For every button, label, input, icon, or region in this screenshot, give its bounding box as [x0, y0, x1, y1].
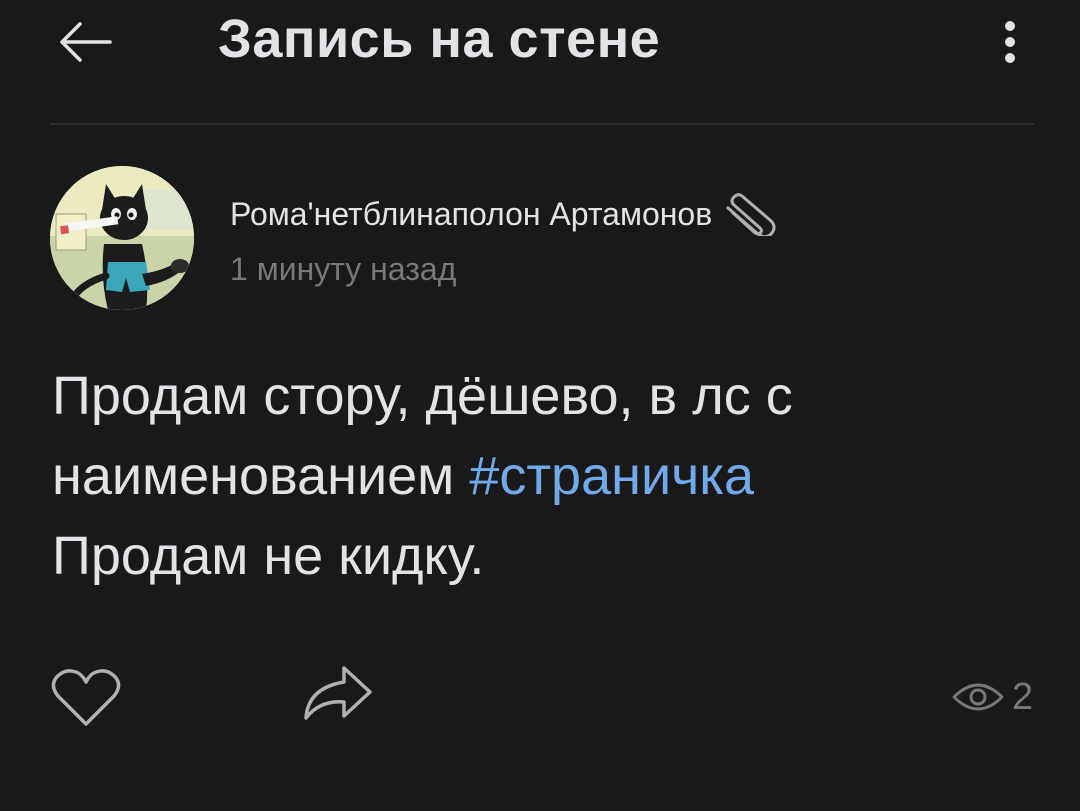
heart-icon [51, 669, 121, 726]
paperclip-icon [726, 193, 776, 236]
header-divider [50, 123, 1034, 125]
like-button[interactable] [48, 668, 124, 728]
more-options-button[interactable] [990, 12, 1030, 72]
post-text-line-2: наименованием #страничка [52, 436, 1052, 516]
share-arrow-icon [304, 666, 372, 720]
post-text-line-1: Продам стору, дёшево, в лс с [52, 366, 793, 426]
author-name[interactable]: Рома'нетблинаполон Артамонов [230, 196, 712, 233]
page-title: Запись на стене [218, 9, 661, 69]
share-button[interactable] [298, 662, 376, 726]
back-button[interactable] [52, 14, 116, 70]
post-text: Продам стору, дёшево, в лс с наименовани… [52, 356, 1052, 596]
header-bar: Запись на стене [0, 0, 1080, 90]
post-timestamp[interactable]: 1 минуту назад [230, 251, 456, 288]
views-count: 2 [1012, 675, 1034, 718]
views-counter: 2 [950, 672, 1033, 722]
arrow-left-icon [60, 22, 112, 62]
author-line: Рома'нетблинаполон Артамонов [230, 192, 778, 236]
eye-icon [952, 683, 1004, 711]
avatar[interactable] [50, 166, 194, 310]
post-text-line-2-prefix: наименованием [52, 446, 470, 506]
cat-character-avatar [50, 166, 194, 310]
more-vertical-icon [1005, 21, 1015, 63]
post-text-line-3: Продам не кидку. [52, 526, 485, 586]
hashtag-link[interactable]: #страничка [469, 446, 754, 506]
